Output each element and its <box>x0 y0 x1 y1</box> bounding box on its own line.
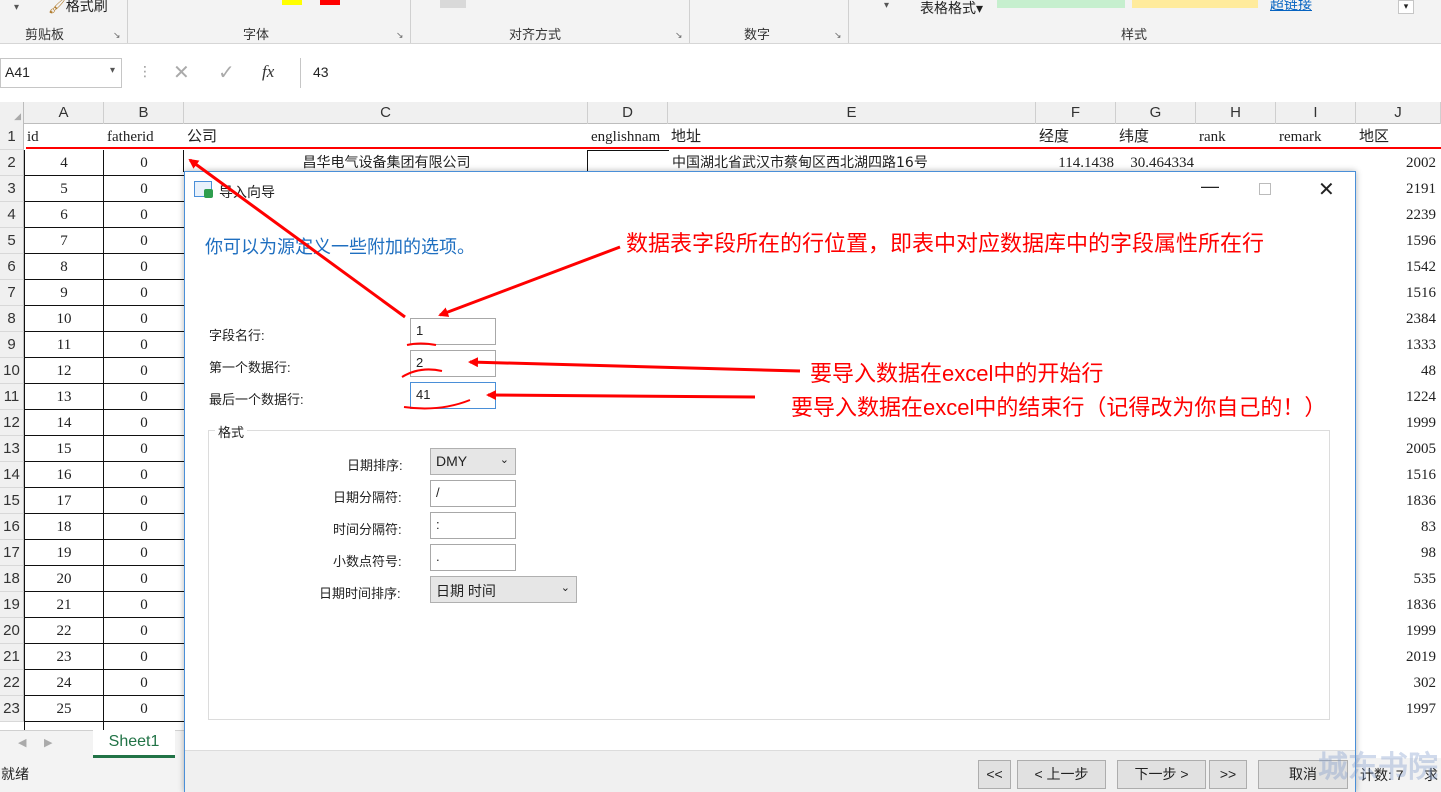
arrow-to-header-row <box>188 158 406 319</box>
underline-mark <box>403 399 471 410</box>
annotation-first-row: 要导入数据在excel中的开始行 <box>810 361 1104 386</box>
annotation-last-row: 要导入数据在excel中的结束行（记得改为你自己的！） <box>791 395 1327 420</box>
annotation-field-row: 数据表字段所在的行位置，即表中对应数据库中的字段属性所在行 <box>626 231 1265 256</box>
underline-mark <box>406 342 437 346</box>
underline-mark <box>401 368 443 378</box>
arrow-first-data-row <box>468 357 801 373</box>
arrow-last-data-row <box>486 390 756 401</box>
watermark: 城东书院 <box>1318 751 1438 784</box>
arrow-field-name-row <box>438 245 621 317</box>
